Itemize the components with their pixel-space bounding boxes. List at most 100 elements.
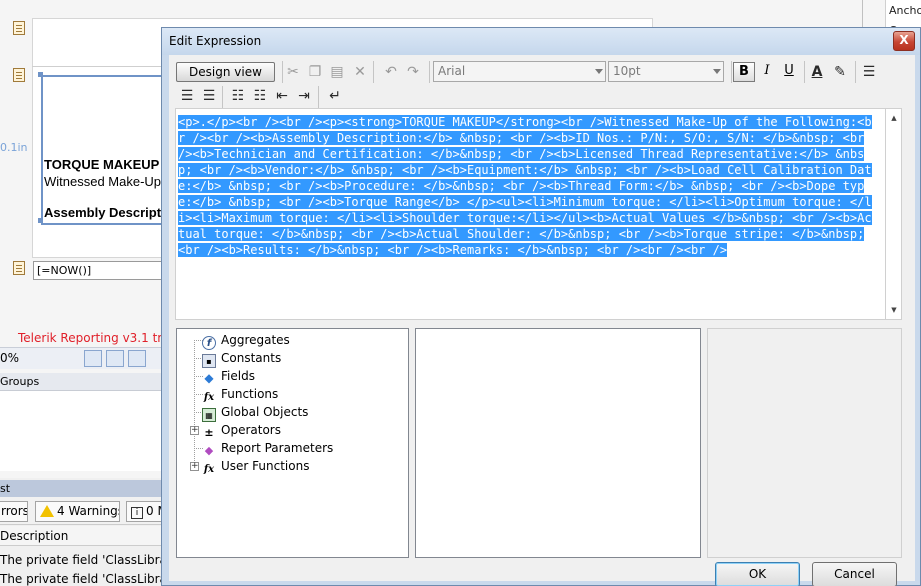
dialog-body: Design view ✂ ❐ ▤ ✕ ↶ ↷ Arial 10pt B I U…	[169, 55, 915, 586]
info-icon: i	[131, 507, 143, 519]
toolbar-separator	[222, 86, 223, 108]
constants-icon: ▪	[202, 354, 216, 368]
tree-item-functions[interactable]: fx Functions	[202, 385, 278, 403]
expression-text[interactable]: <p>.</p><br /><br /><p><strong>TORQUE MA…	[178, 114, 878, 258]
warnings-filter-label: 4 Warnings	[57, 504, 120, 518]
numbered-list-icon[interactable]: ☷	[251, 87, 269, 105]
ok-button[interactable]: OK	[715, 562, 800, 586]
font-size-select[interactable]: 10pt	[608, 61, 724, 82]
items-list[interactable]	[415, 328, 701, 558]
tree-item-constants[interactable]: ▪ Constants	[202, 349, 282, 368]
font-size-value: 10pt	[613, 64, 641, 78]
toolbar-separator	[373, 61, 374, 83]
snap-to-lines-icon[interactable]	[106, 350, 124, 367]
ruler-label: 0.1in	[0, 141, 28, 154]
align-right-icon[interactable]: ☰	[200, 87, 218, 105]
dialog-title: Edit Expression	[169, 34, 262, 48]
align-left-icon[interactable]: ☰	[860, 63, 878, 81]
error-row[interactable]: The private field 'ClassLibrary1.	[0, 553, 162, 567]
toolbar-separator	[855, 61, 856, 83]
undo-icon[interactable]: ↶	[382, 63, 400, 81]
line-break-icon[interactable]: ↵	[326, 87, 344, 105]
error-list-header: st	[0, 480, 162, 497]
toolbar-separator	[731, 61, 732, 83]
bullet-list-icon[interactable]: ☷	[229, 87, 247, 105]
rulers-icon[interactable]	[128, 350, 146, 367]
redo-icon[interactable]: ↷	[404, 63, 422, 81]
tree-item-label: User Functions	[221, 459, 310, 473]
scroll-up-icon[interactable]: ▲	[886, 111, 902, 125]
report-title-text: TORQUE MAKEUP	[44, 157, 160, 172]
report-subtitle-text: Witnessed Make-Up	[44, 174, 162, 189]
tree-item-fields[interactable]: ◆ Fields	[202, 367, 255, 385]
groups-panel-header: Groups	[0, 373, 162, 391]
resize-handle[interactable]	[38, 218, 43, 223]
copy-icon[interactable]: ❐	[306, 63, 324, 81]
underline-button[interactable]: U	[778, 62, 800, 82]
error-row[interactable]: The private field 'ClassLibrary1.	[0, 572, 162, 586]
paste-icon[interactable]: ▤	[328, 63, 346, 81]
global-objects-icon: ▦	[202, 408, 216, 422]
snap-to-grid-icon[interactable]	[84, 350, 102, 367]
now-field[interactable]: [=NOW()]	[33, 261, 163, 280]
tree-item-aggregates[interactable]: f Aggregates	[202, 331, 290, 350]
expression-selection: <p>.</p><br /><br /><p><strong>TORQUE MA…	[178, 115, 872, 257]
close-button[interactable]: X	[893, 31, 915, 51]
toolbar-separator	[282, 61, 283, 83]
messages-filter-button[interactable]: i0 M	[126, 501, 162, 522]
bold-button[interactable]: B	[733, 62, 755, 82]
tree-item-user-functions[interactable]: fx User Functions	[202, 457, 310, 475]
expression-editor[interactable]: <p>.</p><br /><br /><p><strong>TORQUE MA…	[175, 108, 886, 320]
property-item[interactable]: Ancho	[889, 4, 921, 17]
detail-section-icon	[13, 68, 25, 82]
expand-user-functions-icon[interactable]: +	[190, 462, 199, 471]
tree-item-global-objects[interactable]: ▦ Global Objects	[202, 403, 309, 422]
messages-filter-label: 0 M	[146, 504, 162, 518]
highlight-icon[interactable]: ✎	[831, 63, 849, 81]
parameter-icon: ◆	[204, 444, 214, 457]
scroll-down-icon[interactable]: ▼	[886, 303, 902, 317]
report-section-text: Assembly Descript	[44, 205, 162, 220]
cut-icon[interactable]: ✂	[284, 63, 302, 81]
edit-expression-dialog: Edit Expression X Design view ✂ ❐ ▤ ✕ ↶ …	[161, 27, 921, 586]
italic-button[interactable]: I	[756, 62, 778, 82]
dialog-titlebar[interactable]: Edit Expression X	[162, 28, 920, 55]
fx-icon: fx	[203, 464, 215, 475]
grid-icon[interactable]	[62, 350, 80, 367]
cancel-button[interactable]: Cancel	[812, 562, 897, 586]
description-pane	[707, 328, 902, 558]
design-view-button[interactable]: Design view	[176, 62, 275, 82]
zoom-value[interactable]: 0%	[0, 351, 19, 365]
font-family-select[interactable]: Arial	[433, 61, 606, 82]
category-tree[interactable]: f Aggregates ▪ Constants ◆ Fields fx Functio…	[176, 328, 409, 558]
description-column-header[interactable]: Description	[0, 526, 162, 546]
outdent-icon[interactable]: ⇤	[273, 87, 291, 105]
trial-notice: Telerik Reporting v3.1 trial	[18, 331, 177, 345]
tree-item-report-parameters[interactable]: ◆ Report Parameters	[202, 439, 334, 457]
toolbar-separator	[804, 61, 805, 83]
tree-item-label: Report Parameters	[221, 441, 334, 455]
indent-icon[interactable]: ⇥	[295, 87, 313, 105]
align-center-icon[interactable]: ☰	[178, 87, 196, 105]
tree-item-label: Fields	[221, 369, 255, 383]
tree-item-label: Global Objects	[221, 405, 309, 419]
page-footer-section-icon	[13, 261, 25, 275]
tree-item-label: Constants	[221, 351, 282, 365]
tree-item-operators[interactable]: ± Operators	[202, 421, 281, 439]
delete-icon[interactable]: ✕	[351, 63, 369, 81]
errors-filter-button[interactable]: rrors	[0, 501, 28, 522]
chevron-down-icon	[595, 69, 603, 74]
tree-item-label: Operators	[221, 423, 281, 437]
font-color-icon[interactable]: A	[808, 63, 826, 81]
resize-handle[interactable]	[38, 72, 43, 77]
html-textbox[interactable]	[41, 75, 171, 225]
tree-item-label: Functions	[221, 387, 279, 401]
tree-connector	[194, 340, 195, 469]
operators-icon: ±	[204, 426, 214, 439]
font-family-value: Arial	[438, 64, 466, 78]
expand-operators-icon[interactable]: +	[190, 426, 199, 435]
warnings-filter-button[interactable]: 4 Warnings	[35, 501, 120, 522]
chevron-down-icon	[713, 69, 721, 74]
expression-scrollbar[interactable]: ▲ ▼	[886, 108, 902, 320]
field-icon: ◆	[204, 371, 214, 385]
